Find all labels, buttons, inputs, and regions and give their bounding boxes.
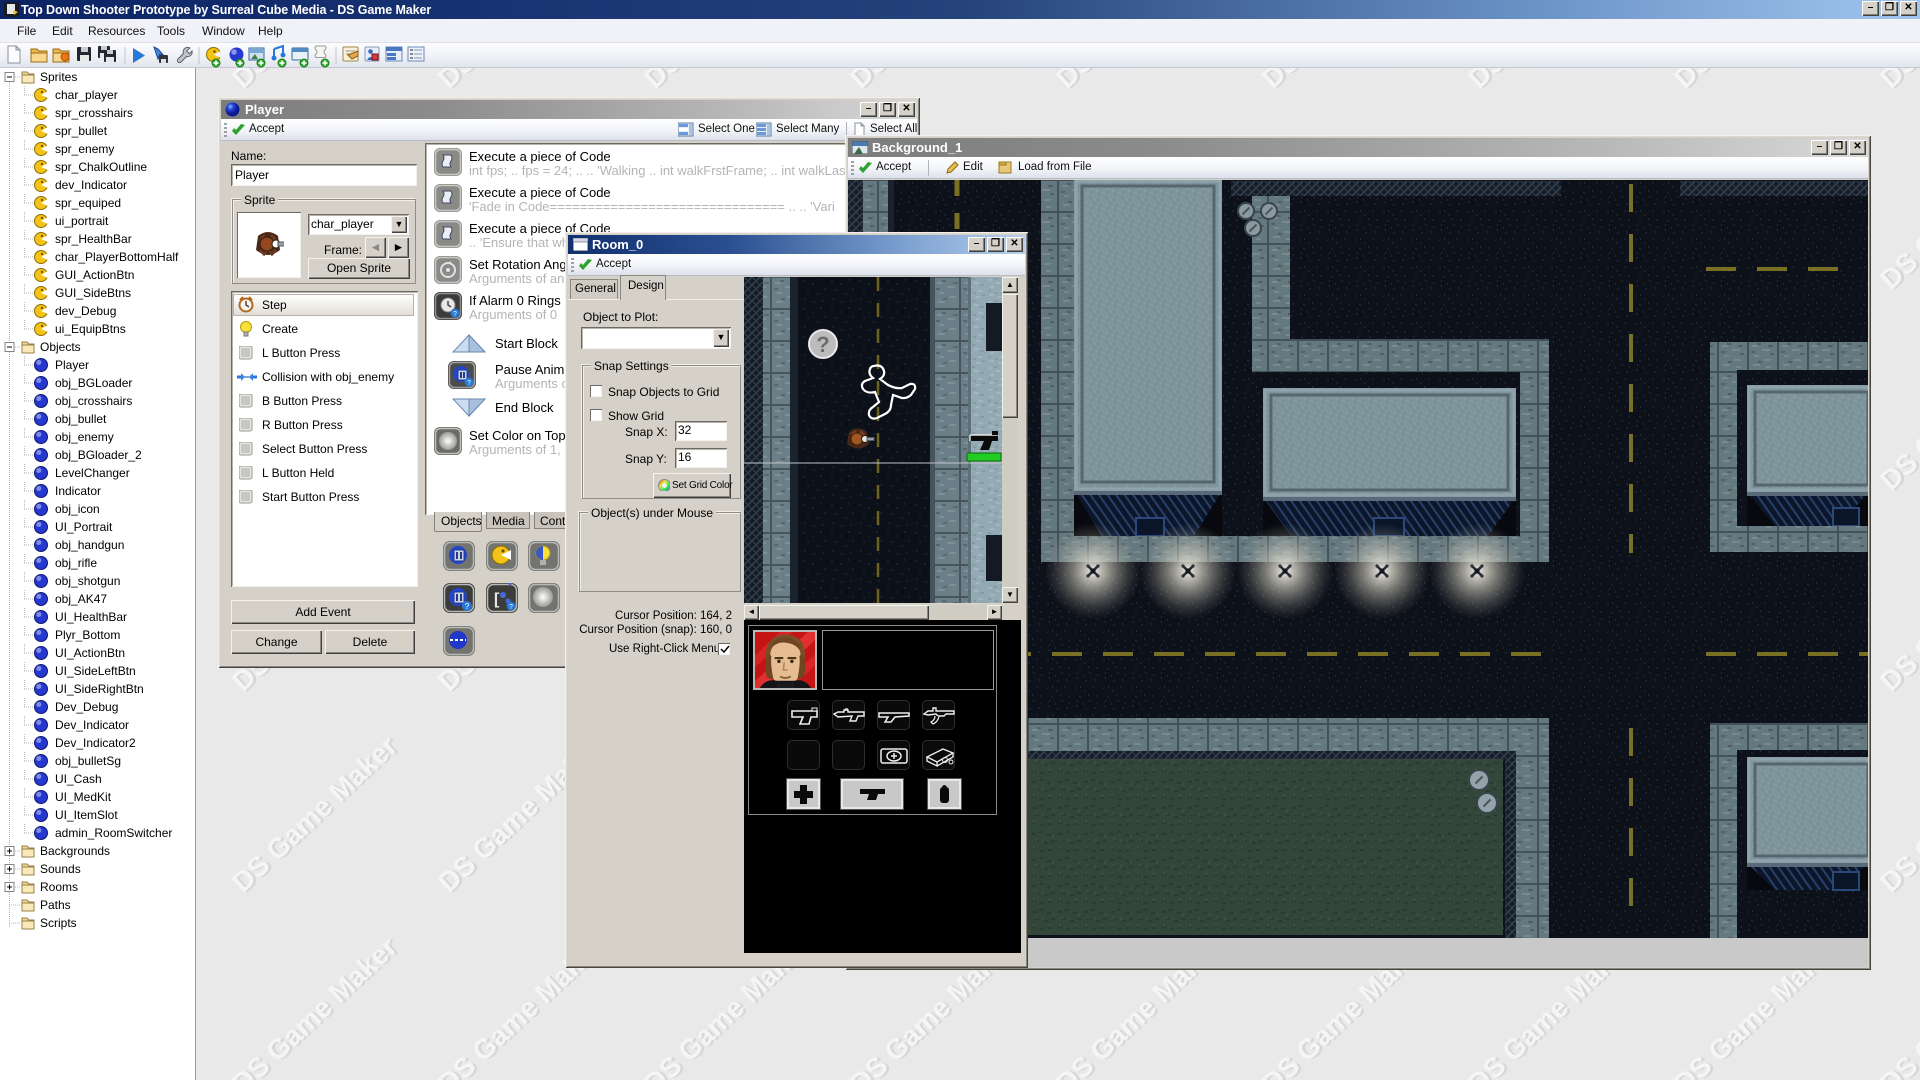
svg-text:Sounds: Sounds xyxy=(40,862,81,876)
svg-text:Dev_Debug: Dev_Debug xyxy=(55,700,118,714)
svg-text:UI_Portrait: UI_Portrait xyxy=(55,520,113,534)
svg-text:[: [ xyxy=(494,591,500,608)
svg-text:Dev_Indicator2: Dev_Indicator2 xyxy=(55,736,136,750)
svg-text:obj_shotgun: obj_shotgun xyxy=(55,574,120,588)
svg-text:obj_BGloader_2: obj_BGloader_2 xyxy=(55,448,142,462)
svg-text:UI_ItemSlot: UI_ItemSlot xyxy=(55,808,118,822)
svg-text:obj_rifle: obj_rifle xyxy=(55,556,97,570)
svg-text:spr_bullet: spr_bullet xyxy=(55,124,108,138)
svg-text:Objects: Objects xyxy=(40,340,81,354)
svg-text:obj_icon: obj_icon xyxy=(55,502,100,516)
svg-text:obj_crosshairs: obj_crosshairs xyxy=(55,394,132,408)
svg-text:obj_handgun: obj_handgun xyxy=(55,538,124,552)
svg-text:obj_AK47: obj_AK47 xyxy=(55,592,107,606)
svg-text:obj_enemy: obj_enemy xyxy=(55,430,114,444)
svg-text:admin_RoomSwitcher: admin_RoomSwitcher xyxy=(55,826,172,840)
svg-text:?: ? xyxy=(467,380,471,387)
svg-text:Player: Player xyxy=(55,358,89,372)
svg-text:LevelChanger: LevelChanger xyxy=(55,466,130,480)
svg-text:spr_equiped: spr_equiped xyxy=(55,196,121,210)
svg-text:Sprites: Sprites xyxy=(40,70,77,84)
svg-text:char_player: char_player xyxy=(55,88,118,102)
svg-text:GUI_ActionBtn: GUI_ActionBtn xyxy=(55,268,134,282)
svg-text:obj_bullet: obj_bullet xyxy=(55,412,107,426)
svg-text:UI_SideRightBtn: UI_SideRightBtn xyxy=(55,682,144,696)
svg-text:ui_portrait: ui_portrait xyxy=(55,214,109,228)
svg-text:obj_bulletSg: obj_bulletSg xyxy=(55,754,121,768)
svg-text:Paths: Paths xyxy=(40,898,71,912)
svg-text:UI_MedKit: UI_MedKit xyxy=(55,790,112,804)
svg-text:spr_enemy: spr_enemy xyxy=(55,142,114,156)
svg-text:?: ? xyxy=(816,332,829,357)
svg-text:Indicator: Indicator xyxy=(55,484,101,498)
svg-text:Rooms: Rooms xyxy=(40,880,78,894)
svg-text:?: ? xyxy=(453,311,457,318)
svg-text:UI_HealthBar: UI_HealthBar xyxy=(55,610,127,624)
svg-text:Dev_Indicator: Dev_Indicator xyxy=(55,718,129,732)
svg-text:GUI_SideBtns: GUI_SideBtns xyxy=(55,286,131,300)
svg-text:?: ? xyxy=(465,602,470,611)
svg-text:dev_Indicator: dev_Indicator xyxy=(55,178,127,192)
svg-text:UI_ActionBtn: UI_ActionBtn xyxy=(55,646,125,660)
svg-text:Plyr_Bottom: Plyr_Bottom xyxy=(55,628,120,642)
svg-text:?: ? xyxy=(509,604,513,611)
svg-text:dev_Debug: dev_Debug xyxy=(55,304,116,318)
svg-text:char_PlayerBottomHalf: char_PlayerBottomHalf xyxy=(55,250,179,264)
svg-text:Backgrounds: Backgrounds xyxy=(40,844,110,858)
svg-text:obj_BGLoader: obj_BGLoader xyxy=(55,376,132,390)
svg-text:spr_crosshairs: spr_crosshairs xyxy=(55,106,133,120)
svg-text:UI_Cash: UI_Cash xyxy=(55,772,102,786)
svg-text:spr_ChalkOutline: spr_ChalkOutline xyxy=(55,160,147,174)
svg-text:UI_SideLeftBtn: UI_SideLeftBtn xyxy=(55,664,136,678)
svg-text:ui_EquipBtns: ui_EquipBtns xyxy=(55,322,126,336)
svg-text:Scripts: Scripts xyxy=(40,916,77,930)
svg-text:spr_HealthBar: spr_HealthBar xyxy=(55,232,132,246)
